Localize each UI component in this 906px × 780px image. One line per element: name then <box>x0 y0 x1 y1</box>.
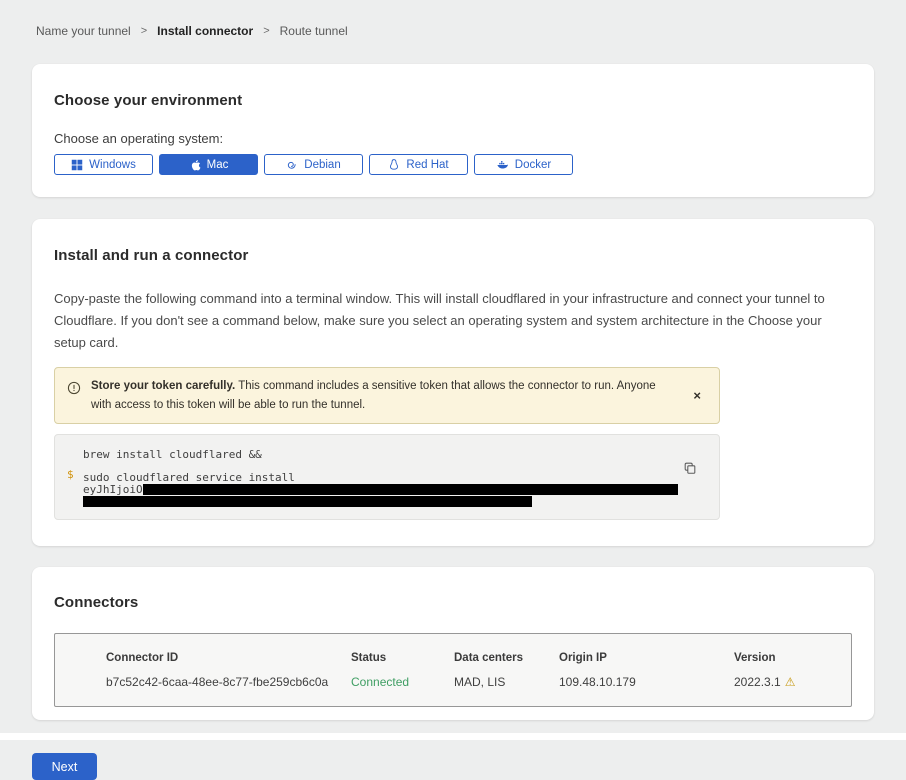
token-warning-bold: Store your token carefully. <box>91 380 235 392</box>
terminal-prompt: $ <box>67 468 74 481</box>
os-button-docker[interactable]: Docker <box>474 154 573 175</box>
col-header-connector-id: Connector ID <box>106 652 351 664</box>
alert-circle-icon <box>67 381 81 395</box>
os-button-label: Docker <box>515 159 551 171</box>
col-header-data-centers: Data centers <box>454 652 559 664</box>
bottom-strip <box>0 733 906 740</box>
os-button-debian[interactable]: Debian <box>264 154 363 175</box>
command-line-brew: brew install cloudflared && <box>83 448 679 461</box>
connectors-table: Connector ID Status Data centers Origin … <box>54 633 852 707</box>
command-line-service-install: sudo cloudflared service install <box>83 471 679 484</box>
close-icon[interactable]: × <box>687 389 707 402</box>
command-line-token: eyJhIjoiO <box>83 484 679 495</box>
token-prefix: eyJhIjoiO <box>83 483 143 496</box>
os-button-label: Mac <box>207 159 229 171</box>
os-button-label: Debian <box>304 159 340 171</box>
breadcrumb-separator: > <box>263 25 269 37</box>
cell-version: 2022.3.1 ⚠ <box>734 675 851 689</box>
os-button-windows[interactable]: Windows <box>54 154 153 175</box>
breadcrumb: Name your tunnel > Install connector > R… <box>0 0 906 38</box>
os-select-label: Choose an operating system: <box>54 131 852 146</box>
cell-connector-id: b7c52c42-6caa-48ee-8c77-fbe259cb6c0a <box>106 675 351 689</box>
redacted-token-bar <box>83 496 532 507</box>
choose-environment-card: Choose your environment Choose an operat… <box>32 64 874 197</box>
environment-card-title: Choose your environment <box>54 92 852 109</box>
copy-icon[interactable] <box>683 461 697 478</box>
version-value: 2022.3.1 <box>734 675 781 689</box>
os-button-redhat[interactable]: Red Hat <box>369 154 468 175</box>
breadcrumb-route-tunnel[interactable]: Route tunnel <box>280 24 348 38</box>
os-button-group: Windows Mac Debian Red Hat Docker <box>54 154 852 175</box>
connectors-card: Connectors Connector ID Status Data cent… <box>32 567 874 720</box>
os-button-label: Windows <box>89 159 136 171</box>
version-warning-icon[interactable]: ⚠ <box>785 675 796 689</box>
os-button-mac[interactable]: Mac <box>159 154 258 175</box>
docker-icon <box>496 159 509 171</box>
token-warning-banner: Store your token carefully. This command… <box>54 367 720 424</box>
install-card-title: Install and run a connector <box>54 247 852 264</box>
debian-icon <box>286 159 298 171</box>
breadcrumb-separator: > <box>141 25 147 37</box>
cell-status: Connected <box>351 675 454 689</box>
connectors-card-title: Connectors <box>54 594 852 611</box>
token-warning-text: Store your token carefully. This command… <box>91 377 677 414</box>
next-button[interactable]: Next <box>32 753 97 780</box>
breadcrumb-name-your-tunnel[interactable]: Name your tunnel <box>36 24 131 38</box>
apple-icon <box>189 158 201 172</box>
col-header-origin-ip: Origin IP <box>559 652 734 664</box>
col-header-status: Status <box>351 652 454 664</box>
os-button-label: Red Hat <box>406 159 448 171</box>
col-header-version: Version <box>734 652 851 664</box>
windows-icon <box>71 159 83 171</box>
cell-origin-ip: 109.48.10.179 <box>559 675 734 689</box>
cell-data-centers: MAD, LIS <box>454 675 559 689</box>
install-command-codeblock: $ brew install cloudflared && sudo cloud… <box>54 434 720 520</box>
breadcrumb-install-connector[interactable]: Install connector <box>157 24 253 38</box>
redacted-token-bar <box>143 484 678 495</box>
redhat-icon <box>388 158 400 171</box>
install-description: Copy-paste the following command into a … <box>54 288 852 353</box>
install-connector-card: Install and run a connector Copy-paste t… <box>32 219 874 546</box>
